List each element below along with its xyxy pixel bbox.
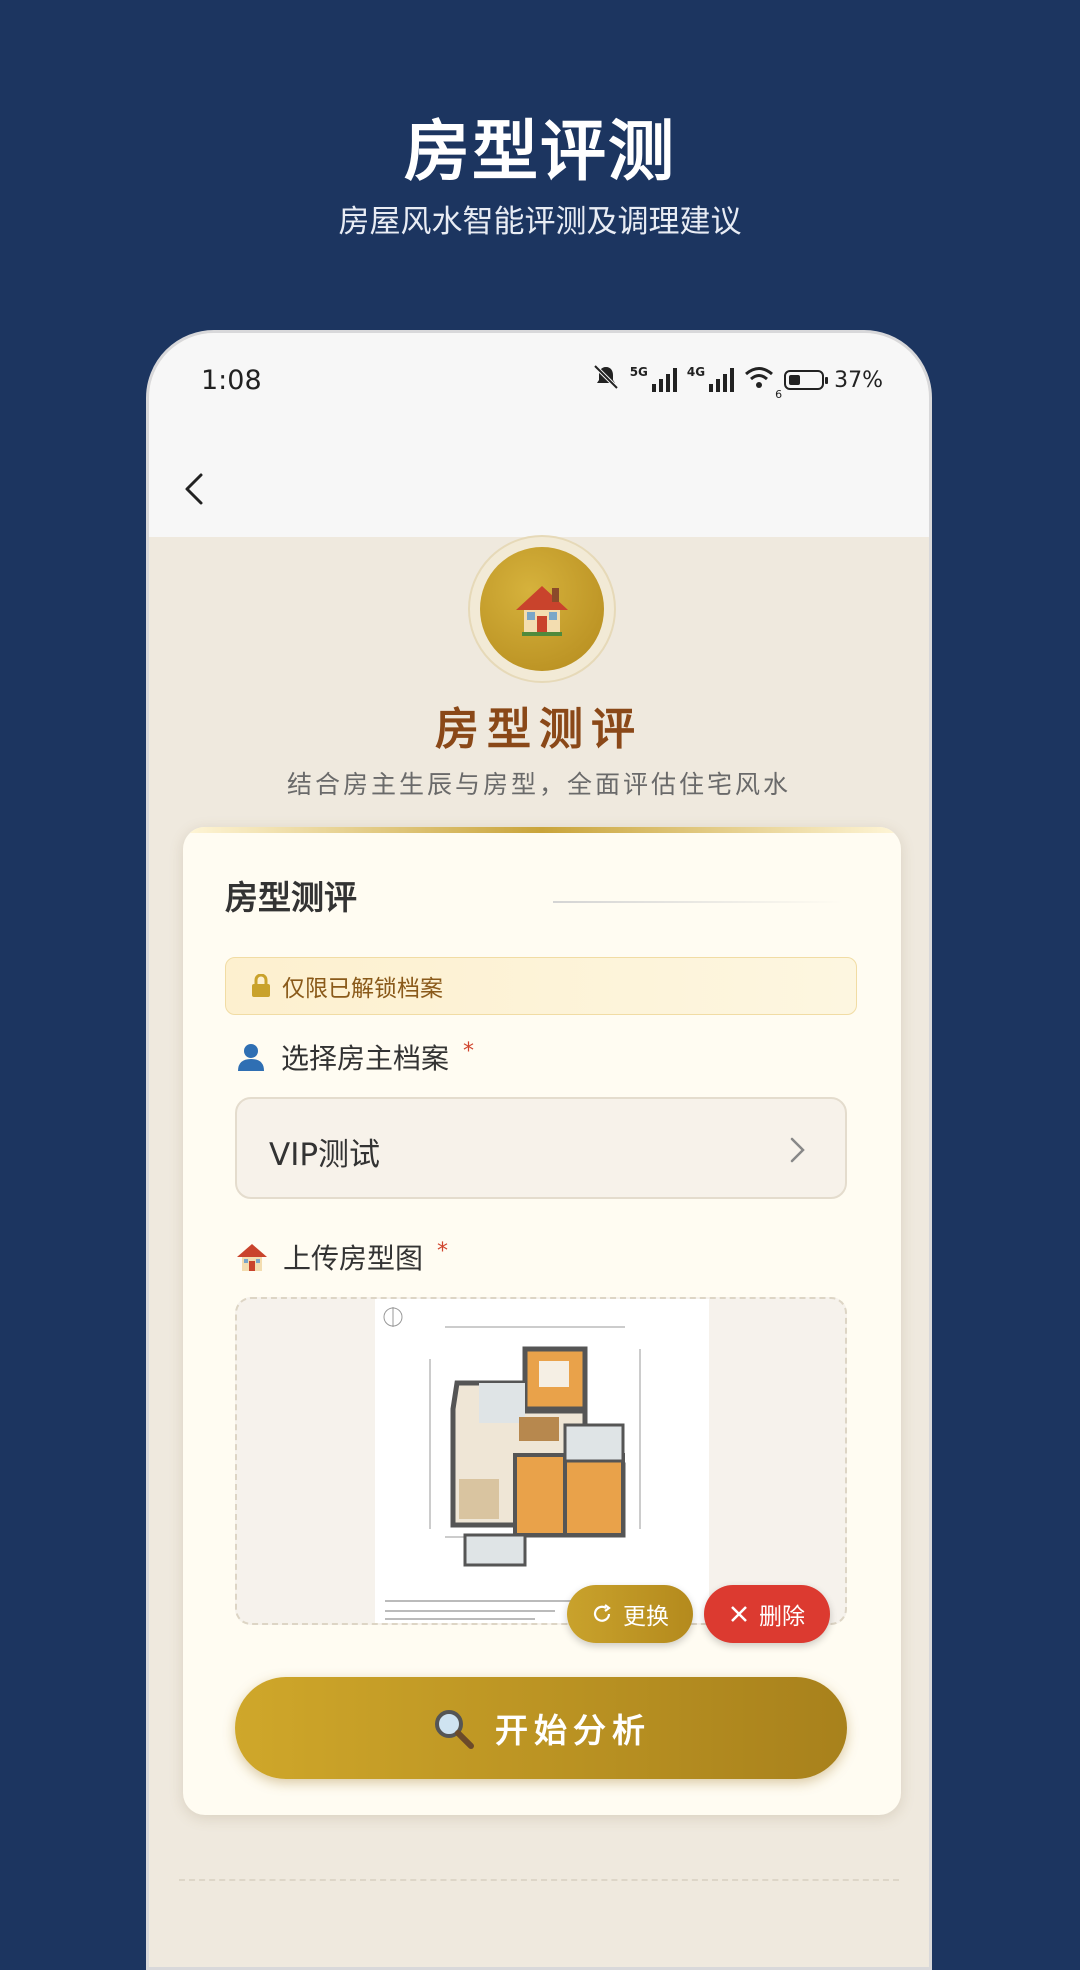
hero-logo bbox=[468, 535, 616, 683]
start-analysis-button[interactable]: 开始分析 bbox=[235, 1677, 847, 1779]
analyze-label: 开始分析 bbox=[495, 1711, 651, 1750]
status-icons: 5G 4G 6 37% bbox=[592, 363, 883, 401]
bottom-divider bbox=[179, 1879, 899, 1881]
notice-text: 仅限已解锁档案 bbox=[282, 976, 443, 1002]
floorplan-upload-area[interactable] bbox=[235, 1297, 847, 1625]
battery-icon bbox=[784, 370, 829, 390]
wifi-icon: 6 bbox=[744, 365, 782, 401]
owner-profile-select[interactable]: VIP测试 bbox=[235, 1097, 847, 1199]
house-icon bbox=[237, 1244, 267, 1271]
owner-field-label: 选择房主档案 * bbox=[235, 1037, 474, 1077]
nav-bar bbox=[149, 441, 929, 537]
phone-screen: 1:08 5G 4G 6 37% 房型测评 结合房主生辰与房型，全面评估住宅风水… bbox=[146, 330, 932, 1970]
owner-profile-value: VIP测试 bbox=[269, 1137, 381, 1173]
required-mark: * bbox=[463, 1038, 475, 1064]
upload-field-label: 上传房型图 * bbox=[235, 1237, 448, 1277]
card-title: 房型测评 bbox=[225, 878, 357, 917]
signal-bars-icon bbox=[651, 368, 677, 392]
status-bar: 1:08 5G 4G 6 37% bbox=[149, 333, 929, 441]
owner-label-text: 选择房主档案 bbox=[281, 1042, 450, 1075]
title-divider bbox=[553, 901, 843, 903]
signal-bars-icon bbox=[709, 368, 735, 392]
battery-percent: 37% bbox=[834, 367, 883, 393]
hero-subtitle: 结合房主生辰与房型，全面评估住宅风水 bbox=[286, 770, 791, 799]
change-image-button[interactable]: 更换 bbox=[567, 1585, 693, 1643]
lock-icon bbox=[252, 974, 270, 997]
change-label: 更换 bbox=[623, 1604, 669, 1630]
mute-icon bbox=[592, 363, 620, 397]
promo-title: 房型评测 bbox=[404, 113, 676, 190]
status-time: 1:08 bbox=[201, 365, 262, 396]
card-accent-line bbox=[183, 827, 901, 833]
delete-label: 删除 bbox=[759, 1604, 805, 1630]
search-icon bbox=[435, 1710, 474, 1749]
hero-title: 房型测评 bbox=[435, 704, 643, 755]
unlock-notice: 仅限已解锁档案 bbox=[225, 957, 857, 1015]
network-label-5g: 5G bbox=[629, 365, 648, 379]
floorplan-image bbox=[375, 1299, 709, 1623]
upload-label-text: 上传房型图 bbox=[283, 1242, 424, 1275]
back-button[interactable] bbox=[175, 469, 215, 509]
user-icon bbox=[238, 1044, 264, 1071]
required-mark: * bbox=[437, 1238, 449, 1264]
close-icon bbox=[731, 1606, 747, 1622]
delete-image-button[interactable]: 删除 bbox=[704, 1585, 830, 1643]
promo-subtitle: 房屋风水智能评测及调理建议 bbox=[338, 204, 742, 240]
network-label-4g: 4G bbox=[686, 365, 706, 379]
refresh-icon bbox=[593, 1604, 611, 1622]
chevron-left-icon bbox=[185, 473, 203, 505]
wifi-badge: 6 bbox=[775, 388, 783, 401]
evaluation-card: 房型测评 仅限已解锁档案 选择房主档案 * VIP测试 上传房型图 * 更换 删… bbox=[183, 827, 901, 1815]
house-icon bbox=[480, 547, 604, 671]
chevron-right-icon bbox=[790, 1137, 805, 1163]
